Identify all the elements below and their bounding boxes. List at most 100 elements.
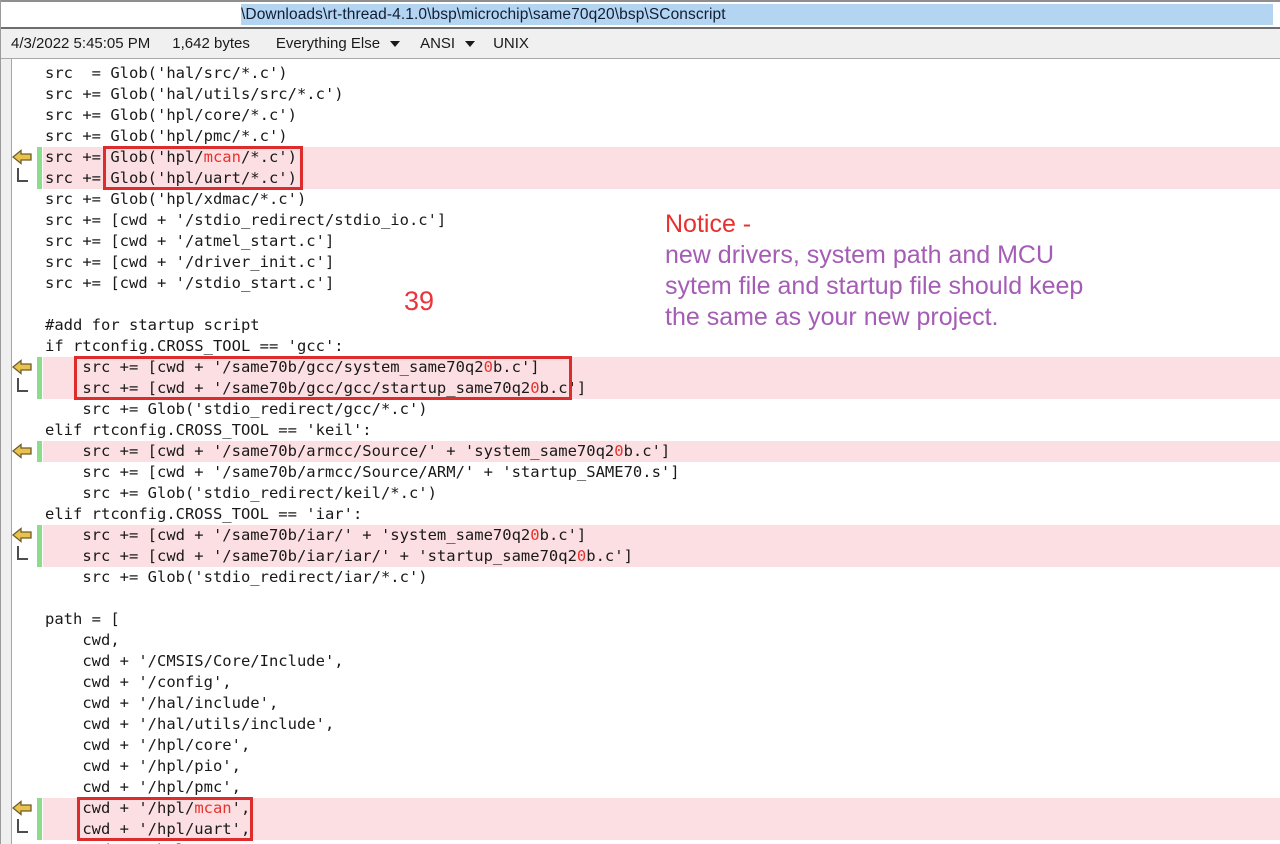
gutter-row	[1, 840, 43, 844]
gutter-row	[1, 63, 43, 84]
gutter-row	[1, 630, 43, 651]
scheme-dropdown[interactable]: Everything Else	[276, 35, 400, 52]
code-line: src += [cwd + '/same70b/armcc/Source/ARM…	[43, 462, 1280, 483]
encoding-label: ANSI	[420, 35, 455, 52]
code-line: path = [	[43, 609, 1280, 630]
gutter-row	[1, 672, 43, 693]
change-arrow-icon	[12, 443, 32, 459]
change-arrow-icon	[12, 527, 32, 543]
code-line: cwd + '/config',	[43, 672, 1280, 693]
gutter-row	[1, 441, 43, 462]
gutter-row	[1, 504, 43, 525]
code-line: src += Glob('hpl/core/*.c')	[43, 105, 1280, 126]
gutter-row	[1, 84, 43, 105]
gutter-row	[1, 609, 43, 630]
change-bar	[37, 441, 42, 462]
gutter-row	[1, 567, 43, 588]
gutter-row	[1, 147, 43, 168]
gutter-row	[1, 399, 43, 420]
code-line: src = Glob('hal/src/*.c')	[43, 63, 1280, 84]
bracket-icon	[17, 168, 28, 182]
gutter-row	[1, 483, 43, 504]
gutter-row	[1, 357, 43, 378]
code-line: cwd + '/hal/include',	[43, 693, 1280, 714]
change-bar	[37, 546, 42, 567]
gutter-row	[1, 735, 43, 756]
code-line: cwd,	[43, 630, 1280, 651]
gutter-row	[1, 273, 43, 294]
code-line: cwd + '/CMSIS/Core/Include',	[43, 651, 1280, 672]
change-arrow-icon	[12, 800, 32, 816]
bracket-icon	[17, 378, 28, 392]
notice-line: the same as your new project.	[665, 302, 1145, 333]
notice-title: Notice -	[665, 209, 1145, 240]
editor: src = Glob('hal/src/*.c')src += Glob('ha…	[1, 59, 1280, 844]
notice-line: new drivers, system path and MCU	[665, 240, 1145, 271]
gutter-row	[1, 756, 43, 777]
bracket-icon	[17, 546, 28, 560]
chevron-down-icon	[390, 41, 400, 47]
notice-line: sytem file and startup file should keep	[665, 271, 1145, 302]
code-line: src += Glob('stdio_redirect/iar/*.c')	[43, 567, 1280, 588]
diff-highlight-box-3	[77, 797, 253, 841]
code-line: cwd + '/hal/utils/include',	[43, 714, 1280, 735]
chevron-down-icon	[465, 41, 475, 47]
change-bar	[37, 798, 42, 819]
gutter-row	[1, 189, 43, 210]
path-bar[interactable]: \Downloads\rt-thread-4.1.0\bsp\microchip…	[1, 0, 1280, 29]
bracket-icon	[17, 819, 28, 833]
gutter-row	[1, 462, 43, 483]
code-line: src += Glob('hpl/xdmac/*.c')	[43, 189, 1280, 210]
change-bar	[37, 819, 42, 840]
gutter-row	[1, 315, 43, 336]
change-arrow-icon	[12, 359, 32, 375]
eol-indicator: UNIX	[493, 35, 529, 52]
code-line: src += Glob('hpl/pmc/*.c')	[43, 126, 1280, 147]
gutter-row	[1, 588, 43, 609]
change-bar	[37, 525, 42, 546]
gutter-row	[1, 231, 43, 252]
code-line: src += [cwd + '/same70b/iar/' + 'system_…	[43, 525, 1280, 546]
gutter-row	[1, 294, 43, 315]
gutter-row	[1, 378, 43, 399]
encoding-dropdown[interactable]: ANSI	[420, 35, 475, 52]
code-line: elif rtconfig.CROSS_TOOL == 'keil':	[43, 420, 1280, 441]
path-selection[interactable]: \Downloads\rt-thread-4.1.0\bsp\microchip…	[241, 4, 1273, 25]
gutter-row	[1, 714, 43, 735]
diff-highlight-box-1	[103, 146, 303, 190]
gutter-row	[1, 336, 43, 357]
info-bar: 4/3/2022 5:45:05 PM 1,642 bytes Everythi…	[1, 29, 1280, 59]
gutter-row	[1, 777, 43, 798]
change-bar	[37, 378, 42, 399]
gutter-row	[1, 651, 43, 672]
gutter-row	[1, 210, 43, 231]
scheme-label: Everything Else	[276, 35, 380, 52]
editor-window: \Downloads\rt-thread-4.1.0\bsp\microchip…	[0, 0, 1280, 844]
change-arrow-icon	[12, 149, 32, 165]
diff-highlight-box-2	[74, 356, 572, 400]
code-line: cwd + '/hpl/core',	[43, 735, 1280, 756]
change-bar	[37, 357, 42, 378]
code-line: src += [cwd + '/same70b/armcc/Source/' +…	[43, 441, 1280, 462]
path-text: \Downloads\rt-thread-4.1.0\bsp\microchip…	[241, 6, 726, 24]
gutter-row	[1, 126, 43, 147]
gutter-row	[1, 420, 43, 441]
notice-annotation: Notice - new drivers, system path and MC…	[665, 209, 1145, 333]
code-line: src += Glob('stdio_redirect/keil/*.c')	[43, 483, 1280, 504]
file-size: 1,642 bytes	[172, 35, 250, 52]
inline-count-label: 39	[404, 286, 434, 317]
code-line	[43, 588, 1280, 609]
code-line: src += Glob('stdio_redirect/gcc/*.c')	[43, 399, 1280, 420]
code-line: src += [cwd + '/same70b/iar/iar/' + 'sta…	[43, 546, 1280, 567]
change-bar	[37, 168, 42, 189]
gutter-row	[1, 798, 43, 819]
gutter-row	[1, 168, 43, 189]
gutter	[1, 63, 43, 844]
gutter-row	[1, 693, 43, 714]
gutter-row	[1, 525, 43, 546]
modified-timestamp: 4/3/2022 5:45:05 PM	[11, 35, 150, 52]
code-line: cwd + '/hpl/pio',	[43, 756, 1280, 777]
code-line: elif rtconfig.CROSS_TOOL == 'iar':	[43, 504, 1280, 525]
code-line: src += Glob('hal/utils/src/*.c')	[43, 84, 1280, 105]
gutter-row	[1, 819, 43, 840]
